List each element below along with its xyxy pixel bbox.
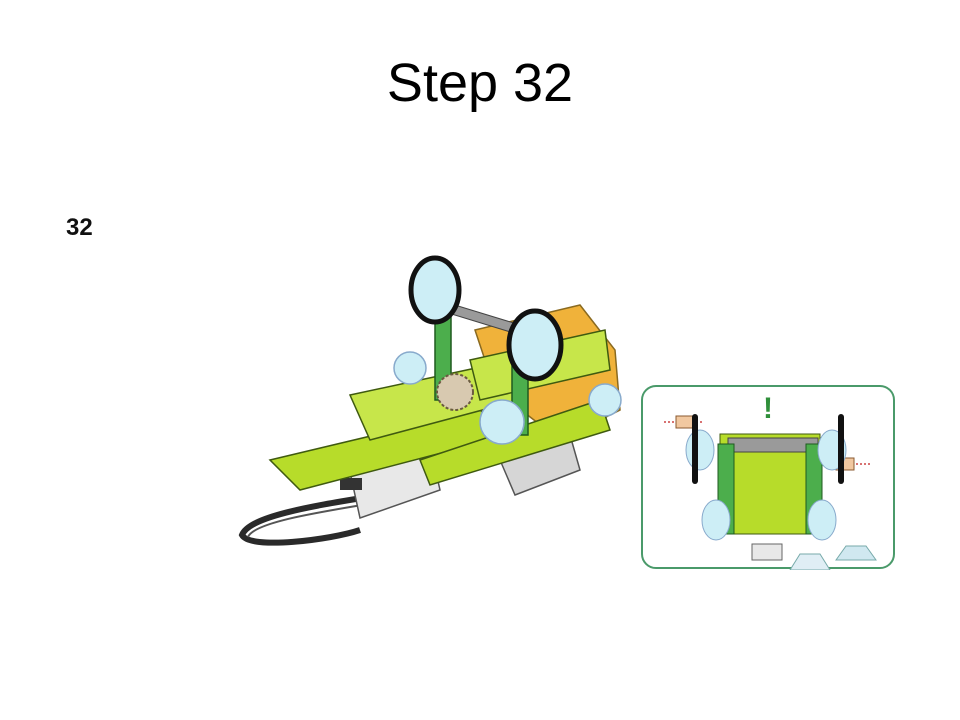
detail-callout: !: [641, 385, 895, 570]
model-illustration: [238, 255, 622, 546]
alert-mark: !: [763, 392, 773, 425]
gear: [436, 373, 474, 411]
slide-title: Step 32: [386, 53, 574, 113]
step-number: 32: [66, 214, 93, 241]
